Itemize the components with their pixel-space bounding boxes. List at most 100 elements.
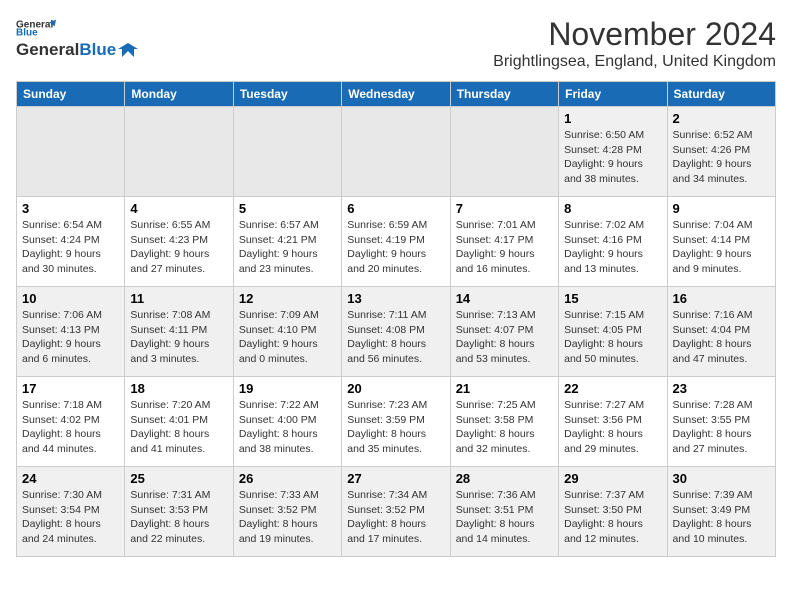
day-info: Sunrise: 7:27 AM Sunset: 3:56 PM Dayligh… <box>564 398 661 457</box>
calendar-cell: 17 Sunrise: 7:18 AM Sunset: 4:02 PM Dayli… <box>17 377 125 467</box>
weekday-header-saturday: Saturday <box>667 82 775 107</box>
weekday-header-friday: Friday <box>559 82 667 107</box>
day-info: Sunrise: 6:57 AM Sunset: 4:21 PM Dayligh… <box>239 218 336 277</box>
calendar-cell: 13 Sunrise: 7:11 AM Sunset: 4:08 PM Dayli… <box>342 287 450 377</box>
day-number: 23 <box>673 381 770 396</box>
day-number: 11 <box>130 291 227 306</box>
logo-blue: Blue <box>79 40 116 60</box>
calendar-cell: 6Sunrise: 6:59 AM Sunset: 4:19 PM Daylig… <box>342 197 450 287</box>
calendar-cell: 5 Sunrise: 6:57 AM Sunset: 4:21 PM Daylig… <box>233 197 341 287</box>
logo-general: General <box>16 40 79 60</box>
day-number: 27 <box>347 471 444 486</box>
day-number: 2 <box>673 111 770 126</box>
day-number: 22 <box>564 381 661 396</box>
calendar-cell <box>342 107 450 197</box>
calendar-cell: 14 Sunrise: 7:13 AM Sunset: 4:07 PM Dayli… <box>450 287 558 377</box>
location-title: Brightlingsea, England, United Kingdom <box>493 53 776 71</box>
calendar-cell: 21 Sunrise: 7:25 AM Sunset: 3:58 PM Dayli… <box>450 377 558 467</box>
day-number: 6 <box>347 201 444 216</box>
calendar-week-row: 3Sunrise: 6:54 AM Sunset: 4:24 PM Daylig… <box>17 197 776 287</box>
weekday-header-wednesday: Wednesday <box>342 82 450 107</box>
day-info: Sunrise: 7:08 AM Sunset: 4:11 PM Dayligh… <box>130 308 227 367</box>
day-info: Sunrise: 6:50 AM Sunset: 4:28 PM Dayligh… <box>564 128 661 187</box>
calendar-cell <box>125 107 233 197</box>
day-number: 16 <box>673 291 770 306</box>
page-header: General Blue General Blue November 2024 … <box>16 16 776 71</box>
calendar-cell <box>450 107 558 197</box>
calendar-cell: 19Sunrise: 7:22 AM Sunset: 4:00 PM Dayli… <box>233 377 341 467</box>
day-number: 12 <box>239 291 336 306</box>
calendar-cell: 10Sunrise: 7:06 AM Sunset: 4:13 PM Dayli… <box>17 287 125 377</box>
day-number: 7 <box>456 201 553 216</box>
calendar-table: SundayMondayTuesdayWednesdayThursdayFrid… <box>16 81 776 557</box>
day-info: Sunrise: 7:39 AM Sunset: 3:49 PM Dayligh… <box>673 488 770 547</box>
day-info: Sunrise: 6:55 AM Sunset: 4:23 PM Dayligh… <box>130 218 227 277</box>
day-number: 4 <box>130 201 227 216</box>
day-info: Sunrise: 7:20 AM Sunset: 4:01 PM Dayligh… <box>130 398 227 457</box>
calendar-cell: 20 Sunrise: 7:23 AM Sunset: 3:59 PM Dayli… <box>342 377 450 467</box>
weekday-header-sunday: Sunday <box>17 82 125 107</box>
calendar-cell: 11 Sunrise: 7:08 AM Sunset: 4:11 PM Dayli… <box>125 287 233 377</box>
day-info: Sunrise: 7:18 AM Sunset: 4:02 PM Dayligh… <box>22 398 119 457</box>
calendar-cell: 7 Sunrise: 7:01 AM Sunset: 4:17 PM Daylig… <box>450 197 558 287</box>
day-number: 13 <box>347 291 444 306</box>
day-number: 5 <box>239 201 336 216</box>
title-area: November 2024 Brightlingsea, England, Un… <box>493 16 776 71</box>
calendar-cell: 18 Sunrise: 7:20 AM Sunset: 4:01 PM Dayli… <box>125 377 233 467</box>
day-info: Sunrise: 7:33 AM Sunset: 3:52 PM Dayligh… <box>239 488 336 547</box>
day-info: Sunrise: 7:22 AM Sunset: 4:00 PM Dayligh… <box>239 398 336 457</box>
day-info: Sunrise: 7:25 AM Sunset: 3:58 PM Dayligh… <box>456 398 553 457</box>
day-number: 25 <box>130 471 227 486</box>
day-info: Sunrise: 7:37 AM Sunset: 3:50 PM Dayligh… <box>564 488 661 547</box>
calendar-cell: 8 Sunrise: 7:02 AM Sunset: 4:16 PM Daylig… <box>559 197 667 287</box>
month-title: November 2024 <box>493 16 776 53</box>
logo: General Blue General Blue <box>16 16 138 60</box>
svg-text:Blue: Blue <box>16 28 38 38</box>
day-info: Sunrise: 7:31 AM Sunset: 3:53 PM Dayligh… <box>130 488 227 547</box>
calendar-cell: 9 Sunrise: 7:04 AM Sunset: 4:14 PM Daylig… <box>667 197 775 287</box>
day-info: Sunrise: 7:23 AM Sunset: 3:59 PM Dayligh… <box>347 398 444 457</box>
day-info: Sunrise: 7:01 AM Sunset: 4:17 PM Dayligh… <box>456 218 553 277</box>
calendar-cell: 23 Sunrise: 7:28 AM Sunset: 3:55 PM Dayli… <box>667 377 775 467</box>
day-info: Sunrise: 6:54 AM Sunset: 4:24 PM Dayligh… <box>22 218 119 277</box>
day-info: Sunrise: 7:13 AM Sunset: 4:07 PM Dayligh… <box>456 308 553 367</box>
day-number: 14 <box>456 291 553 306</box>
day-info: Sunrise: 7:04 AM Sunset: 4:14 PM Dayligh… <box>673 218 770 277</box>
day-number: 18 <box>130 381 227 396</box>
day-number: 30 <box>673 471 770 486</box>
day-number: 20 <box>347 381 444 396</box>
calendar-cell: 29 Sunrise: 7:37 AM Sunset: 3:50 PM Dayli… <box>559 467 667 557</box>
day-info: Sunrise: 7:02 AM Sunset: 4:16 PM Dayligh… <box>564 218 661 277</box>
calendar-cell: 26Sunrise: 7:33 AM Sunset: 3:52 PM Dayli… <box>233 467 341 557</box>
day-info: Sunrise: 7:15 AM Sunset: 4:05 PM Dayligh… <box>564 308 661 367</box>
day-number: 17 <box>22 381 119 396</box>
day-number: 8 <box>564 201 661 216</box>
calendar-cell: 12 Sunrise: 7:09 AM Sunset: 4:10 PM Dayli… <box>233 287 341 377</box>
day-info: Sunrise: 7:09 AM Sunset: 4:10 PM Dayligh… <box>239 308 336 367</box>
calendar-cell: 24Sunrise: 7:30 AM Sunset: 3:54 PM Dayli… <box>17 467 125 557</box>
calendar-header-row: SundayMondayTuesdayWednesdayThursdayFrid… <box>17 82 776 107</box>
day-number: 9 <box>673 201 770 216</box>
calendar-week-row: 10Sunrise: 7:06 AM Sunset: 4:13 PM Dayli… <box>17 287 776 377</box>
day-info: Sunrise: 7:34 AM Sunset: 3:52 PM Dayligh… <box>347 488 444 547</box>
logo-icon: General Blue <box>16 16 56 38</box>
calendar-week-row: 17 Sunrise: 7:18 AM Sunset: 4:02 PM Dayli… <box>17 377 776 467</box>
day-info: Sunrise: 7:06 AM Sunset: 4:13 PM Dayligh… <box>22 308 119 367</box>
calendar-cell: 4 Sunrise: 6:55 AM Sunset: 4:23 PM Daylig… <box>125 197 233 287</box>
weekday-header-monday: Monday <box>125 82 233 107</box>
calendar-cell: 25 Sunrise: 7:31 AM Sunset: 3:53 PM Dayli… <box>125 467 233 557</box>
day-number: 24 <box>22 471 119 486</box>
day-number: 15 <box>564 291 661 306</box>
calendar-cell: 28Sunrise: 7:36 AM Sunset: 3:51 PM Dayli… <box>450 467 558 557</box>
day-info: Sunrise: 7:28 AM Sunset: 3:55 PM Dayligh… <box>673 398 770 457</box>
day-number: 21 <box>456 381 553 396</box>
calendar-cell: 16 Sunrise: 7:16 AM Sunset: 4:04 PM Dayli… <box>667 287 775 377</box>
day-info: Sunrise: 7:16 AM Sunset: 4:04 PM Dayligh… <box>673 308 770 367</box>
day-number: 29 <box>564 471 661 486</box>
calendar-cell: 2Sunrise: 6:52 AM Sunset: 4:26 PM Daylig… <box>667 107 775 197</box>
calendar-cell: 22 Sunrise: 7:27 AM Sunset: 3:56 PM Dayli… <box>559 377 667 467</box>
weekday-header-tuesday: Tuesday <box>233 82 341 107</box>
calendar-cell: 3Sunrise: 6:54 AM Sunset: 4:24 PM Daylig… <box>17 197 125 287</box>
day-info: Sunrise: 7:11 AM Sunset: 4:08 PM Dayligh… <box>347 308 444 367</box>
calendar-cell <box>17 107 125 197</box>
